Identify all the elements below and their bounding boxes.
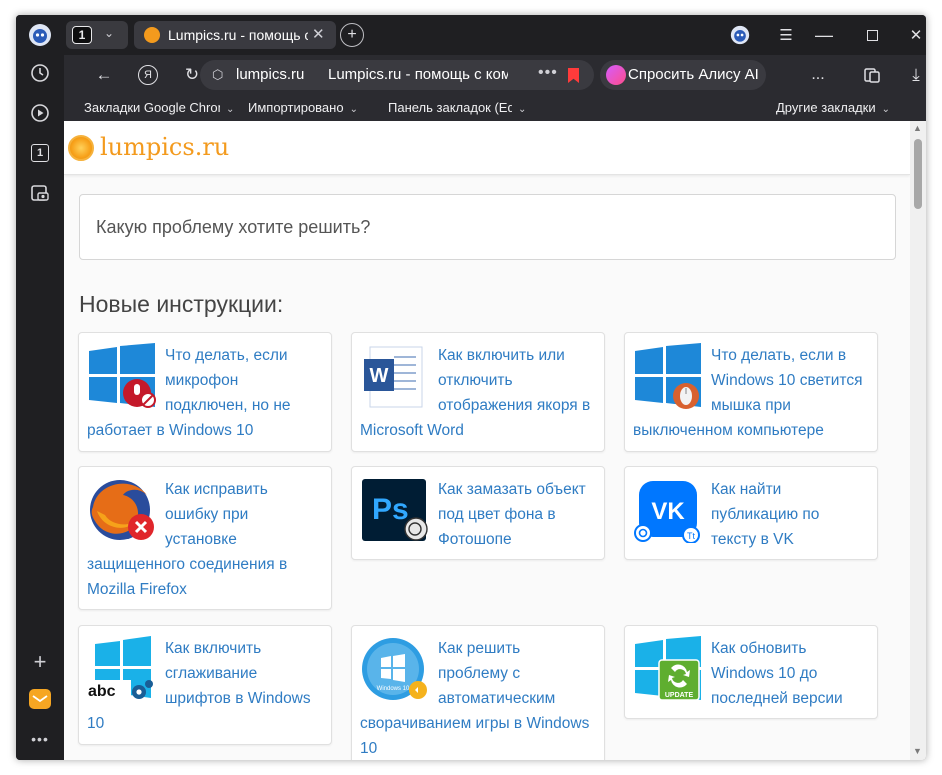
shield-icon: ⬡ — [212, 67, 224, 82]
site-logo[interactable]: lumpics.ru — [100, 133, 229, 161]
windows10-badge-icon: Windows 10 — [360, 636, 430, 702]
new-tab-button[interactable]: + — [340, 23, 364, 47]
bookmark-folder-edge[interactable]: Панель закладок (Edge)⌄ — [388, 100, 526, 115]
bookmark-icon[interactable] — [568, 68, 579, 83]
article-card[interactable]: Как исправить ошибку при установке защищ… — [78, 466, 332, 610]
svg-text:UPDATE: UPDATE — [665, 692, 694, 699]
tabs-counter-button[interactable]: 1 ⌄ — [66, 21, 128, 49]
page-viewport: lumpics.ru Новые инструкции: Что делать,… — [64, 121, 926, 760]
browser-window: 1 + ••• 1 ⌄ Lumpics.ru - помощь с компью… — [16, 15, 926, 760]
word-icon: W — [360, 343, 430, 409]
menu-icon[interactable]: ☰ — [774, 23, 798, 47]
tab-strip: 1 ⌄ Lumpics.ru - помощь с компьютером ✕ … — [64, 15, 926, 55]
address-bar[interactable]: ⬡ lumpics.ru Lumpics.ru - помощь с компь… — [200, 60, 594, 90]
search-input[interactable] — [80, 195, 895, 259]
article-card[interactable]: UPDATE Как обновить Windows 10 до послед… — [624, 625, 878, 719]
site-favicon-icon — [144, 27, 160, 43]
toolbar-more-button[interactable]: ... — [806, 63, 830, 87]
article-card[interactable]: VK Tt Как найти публикацию по тексту в VK — [624, 466, 878, 560]
history-icon[interactable] — [26, 59, 54, 87]
svg-text:VK: VK — [651, 498, 685, 525]
yandex-icon[interactable]: Я — [136, 63, 160, 87]
svg-text:Ps: Ps — [372, 493, 409, 526]
bookmark-folder-imported[interactable]: Импортировано ⌄ — [248, 100, 358, 115]
windows-mouse-icon — [633, 343, 703, 409]
tab-active[interactable]: Lumpics.ru - помощь с компьютером ✕ — [134, 21, 336, 49]
tab-title: Lumpics.ru - помощь с компьютером — [168, 27, 308, 43]
alice-icon — [606, 65, 626, 85]
bookmarks-bar: Закладки Google Chrome⌄ Импортировано⌄ П… — [64, 95, 926, 121]
svg-text:abc: abc — [88, 683, 116, 700]
collections-icon[interactable] — [860, 63, 884, 87]
minimize-icon[interactable]: — — [812, 23, 836, 47]
scrollbar[interactable]: ▲ ▼ — [910, 121, 926, 760]
bookmark-folder-google[interactable]: Закладки Google Chrome⌄ — [84, 100, 234, 115]
ask-alice-label: Спросить Алису AI — [628, 66, 759, 83]
svg-text:W: W — [370, 365, 389, 387]
scrollbar-thumb[interactable] — [914, 139, 922, 209]
add-icon[interactable]: + — [26, 648, 54, 676]
more-icon[interactable]: ••• — [26, 725, 54, 753]
side-panel: 1 + ••• — [16, 15, 64, 760]
orange-logo-icon — [68, 135, 94, 161]
sidebar-counter: 1 — [31, 144, 49, 162]
svg-text:Windows 10: Windows 10 — [377, 686, 410, 692]
article-card[interactable]: Ps Как замазать объект под цвет фона в Ф… — [351, 466, 605, 560]
firefox-error-icon — [87, 477, 157, 543]
close-window-icon[interactable]: ✕ — [904, 23, 926, 47]
windows-update-icon: UPDATE — [633, 636, 703, 702]
other-bookmarks[interactable]: Другие закладки ⌄ — [776, 100, 890, 115]
ask-alice-button[interactable]: Спросить Алису AI — [600, 60, 766, 90]
url-page-title: Lumpics.ru - помощь с компьютером — [328, 66, 508, 83]
url-domain: lumpics.ru — [236, 66, 305, 83]
download-icon[interactable]: ⤓ — [904, 63, 926, 87]
maximize-icon[interactable] — [860, 23, 884, 47]
toolbar: ← Я ↻ ⬡ lumpics.ru Lumpics.ru - помощь с… — [64, 55, 926, 95]
browser-profile-icon[interactable] — [26, 21, 54, 49]
close-tab-icon[interactable]: ✕ — [312, 25, 325, 43]
more-dots-icon[interactable]: ••• — [538, 64, 558, 82]
article-card[interactable]: Windows 10 Как решить проблему с автомат… — [351, 625, 605, 760]
vk-icon: VK Tt — [633, 477, 703, 544]
windows-mic-icon — [87, 343, 157, 409]
video-icon[interactable] — [26, 99, 54, 127]
back-icon[interactable]: ← — [92, 63, 116, 87]
scroll-up-icon[interactable]: ▲ — [913, 123, 922, 133]
chevron-down-icon: ⌄ — [104, 26, 115, 40]
photoshop-icon: Ps — [360, 477, 430, 543]
screenshot-icon[interactable] — [26, 179, 54, 207]
mail-icon[interactable] — [26, 685, 54, 713]
svg-text:Tt: Tt — [687, 531, 695, 541]
scroll-down-icon[interactable]: ▼ — [913, 746, 922, 756]
article-card[interactable]: Что делать, если микрофон подключен, но … — [78, 332, 332, 452]
article-card[interactable]: Что делать, если в Windows 10 светится м… — [624, 332, 878, 452]
section-title: Новые инструкции: — [79, 291, 284, 317]
profile-avatar-icon[interactable] — [728, 23, 752, 47]
article-card[interactable]: W Как включить или отключить отображения… — [351, 332, 605, 452]
article-card[interactable]: abc Как включить сглаживание шрифтов в W… — [78, 625, 332, 745]
tabs-count: 1 — [72, 26, 92, 44]
windows-fonts-icon: abc — [87, 636, 157, 702]
search-box — [79, 194, 896, 260]
site-header: lumpics.ru — [64, 121, 910, 175]
tab-counter-icon[interactable]: 1 — [26, 139, 54, 167]
